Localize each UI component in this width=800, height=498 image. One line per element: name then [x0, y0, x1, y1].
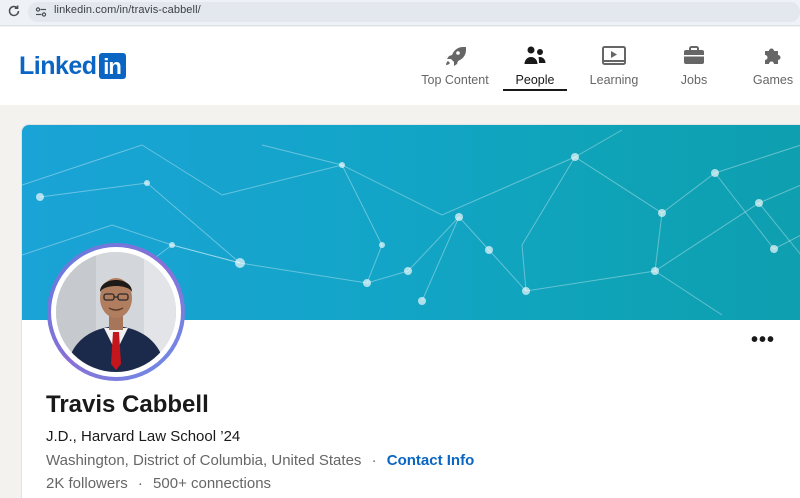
connections-count[interactable]: 500+ connections — [153, 475, 271, 492]
linkedin-logo[interactable]: Linked in — [19, 52, 126, 80]
profile-location: Washington, District of Columbia, United… — [46, 452, 362, 469]
profile-avatar[interactable] — [47, 243, 185, 381]
avatar-border — [51, 247, 181, 377]
nav-label-people: People — [515, 73, 555, 87]
person-portrait-icon — [56, 252, 176, 372]
more-actions-button[interactable]: ••• — [751, 330, 777, 350]
logo-wordmark: Linked — [19, 51, 97, 80]
nav-games[interactable]: Games — [750, 44, 796, 92]
video-player-icon — [602, 46, 626, 65]
people-icon — [524, 46, 546, 64]
rocket-icon — [446, 47, 466, 66]
separator-dot: · — [137, 475, 143, 492]
separator-dot: · — [371, 452, 377, 469]
nav-label-jobs: Jobs — [680, 73, 708, 87]
active-tab-indicator — [503, 89, 567, 91]
network-row: 2K followers · 500+ connections — [46, 475, 271, 492]
puzzle-icon — [765, 48, 781, 64]
nav-jobs[interactable]: Jobs — [675, 44, 713, 92]
contact-info-link[interactable]: Contact Info — [387, 452, 475, 469]
nav-label-games: Games — [752, 73, 794, 87]
nav-top-content[interactable]: Top Content — [418, 44, 492, 92]
briefcase-icon — [684, 46, 704, 64]
site-info-icon[interactable] — [34, 5, 48, 19]
nav-learning[interactable]: Learning — [587, 44, 641, 92]
url-text[interactable]: linkedin.com/in/travis-cabbell/ — [54, 4, 201, 16]
profile-name: Travis Cabbell — [46, 391, 209, 418]
avatar-photo — [56, 252, 176, 372]
nav-label-learning: Learning — [589, 73, 639, 87]
nav-label-top-content: Top Content — [421, 73, 489, 87]
browser-address-bar: linkedin.com/in/travis-cabbell/ — [0, 0, 800, 26]
location-row: Washington, District of Columbia, United… — [46, 452, 474, 469]
profile-headline: J.D., Harvard Law School ’24 — [46, 428, 241, 445]
followers-count[interactable]: 2K followers — [46, 475, 128, 492]
reload-icon[interactable] — [6, 4, 22, 20]
nav-people[interactable]: People — [510, 44, 560, 92]
logo-in-box: in — [98, 53, 126, 79]
